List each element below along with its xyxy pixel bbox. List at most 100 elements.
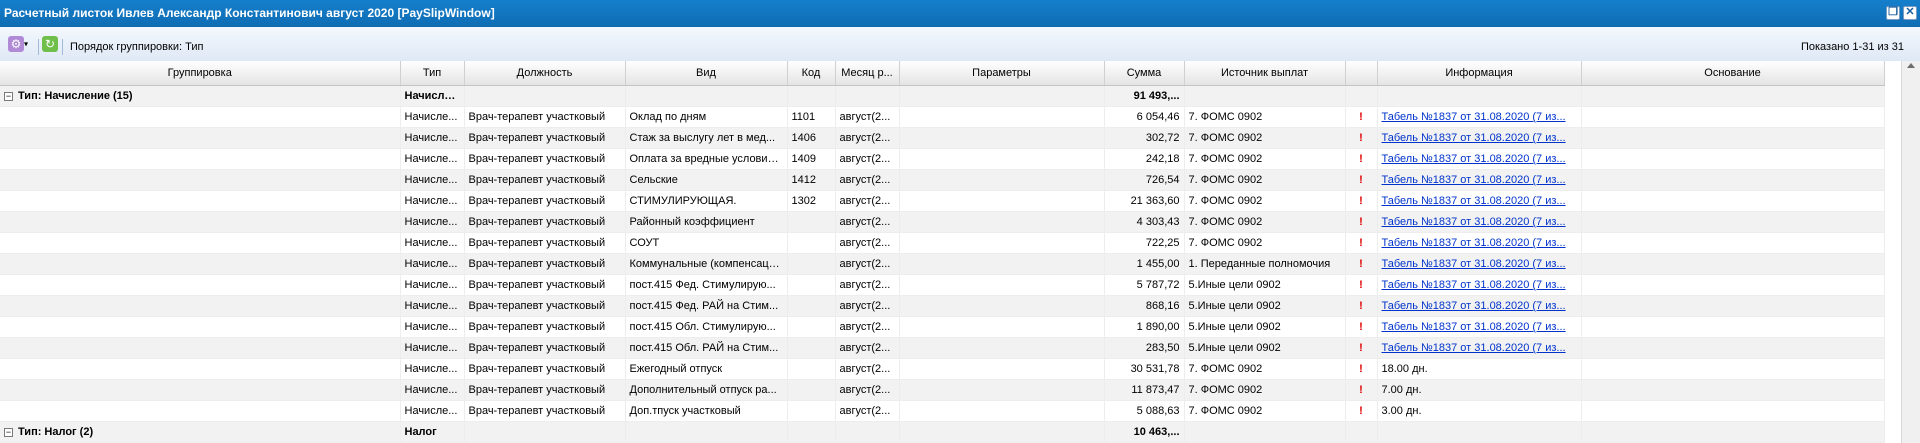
cell-info[interactable]: Табель №1837 от 31.08.2020 (7 из... [1377,295,1582,317]
group-menu-button[interactable]: ⚙ ▾ [8,36,34,58]
col-header-flag[interactable] [1345,61,1378,86]
cell-info[interactable]: Табель №1837 от 31.08.2020 (7 из... [1377,274,1582,296]
cell-info[interactable]: Табель №1837 от 31.08.2020 (7 из... [1377,232,1582,254]
cell-info[interactable]: Табель №1837 от 31.08.2020 (7 из... [1377,148,1582,170]
col-header-code[interactable]: Код [787,61,836,86]
col-header-month[interactable]: Месяц р... [835,61,900,86]
group-label-cell[interactable]: − Тип: Налог (2) [0,421,401,443]
table-row[interactable]: Начисле... Врач-терапевт участковый пост.4… [0,295,1885,317]
collapse-icon[interactable]: − [4,427,13,437]
cell-month: август(2... [835,274,900,296]
cell-code [787,316,836,338]
cell-position: Врач-терапевт участковый [464,106,626,128]
cell-kind: пост.415 Фед. РАЙ на Стим... [625,295,788,317]
table-row[interactable]: Начисле... Врач-терапевт участковый Оплата… [0,148,1885,170]
col-header-position[interactable]: Должность [464,61,626,86]
cell-grouping [0,400,401,422]
cell-type: Начисле... [400,295,465,317]
cell-params [899,274,1105,296]
col-header-grouping[interactable]: Группировка [0,61,401,86]
cell-code [787,337,836,359]
scroll-up-icon[interactable] [1907,63,1915,68]
table-row[interactable]: Начисле... Врач-терапевт участковый Дополн… [0,379,1885,401]
cell-basis [1581,127,1885,149]
chevron-down-icon: ▾ [24,39,29,49]
cell-params [899,148,1105,170]
cell-grouping [0,316,401,338]
table-row[interactable]: Начисле... Врач-терапевт участковый Оклад … [0,106,1885,128]
cell-basis [1581,253,1885,275]
table-row[interactable]: Начисле... Врач-терапевт участковый Районн… [0,211,1885,233]
col-header-basis[interactable]: Основание [1581,61,1885,86]
window-title: Расчетный листок Ивлев Александр Констан… [4,6,495,20]
cell-params [899,400,1105,422]
table-row[interactable]: Начисле... Врач-терапевт участковый Доп.тп… [0,400,1885,422]
cell-params [899,211,1105,233]
col-header-sum[interactable]: Сумма [1104,61,1185,86]
cell-info[interactable]: Табель №1837 от 31.08.2020 (7 из... [1377,127,1582,149]
cell-kind: Доп.тпуск участковый [625,400,788,422]
cell-info[interactable]: Табель №1837 от 31.08.2020 (7 из... [1377,106,1582,128]
cell-kind: СОУТ [625,232,788,254]
restore-icon[interactable]: ❐ [1886,6,1900,20]
cell-info[interactable]: Табель №1837 от 31.08.2020 (7 из... [1377,190,1582,212]
group-row[interactable]: − Тип: Налог (2) Налог 10 463,... [0,421,1885,443]
cell-type: Начисле... [400,190,465,212]
cell-position: Врач-терапевт участковый [464,253,626,275]
cell-info[interactable]: Табель №1837 от 31.08.2020 (7 из... [1377,337,1582,359]
table-row[interactable]: Начисле... Врач-терапевт участковый пост.4… [0,274,1885,296]
toolbar-divider [38,39,39,55]
cell-params [899,316,1105,338]
group-order-value[interactable]: Тип [185,41,203,53]
table-row[interactable]: Начисле... Врач-терапевт участковый СТИМУЛ… [0,190,1885,212]
col-header-type[interactable]: Тип [400,61,465,86]
cell-basis [1581,169,1885,191]
col-header-info[interactable]: Информация [1377,61,1582,86]
cell-code [787,400,836,422]
cell-sum: 726,54 [1104,169,1185,191]
cell-position: Врач-терапевт участковый [464,232,626,254]
cell-basis [1581,274,1885,296]
warning-icon: ! [1345,211,1378,233]
table-row[interactable]: Начисле... Врач-терапевт участковый Сельск… [0,169,1885,191]
cell-basis [1581,316,1885,338]
cell-source: 1. Переданные полномочия [1184,253,1346,275]
vertical-scrollbar[interactable] [1901,61,1920,443]
table-row[interactable]: Начисле... Врач-терапевт участковый Стаж з… [0,127,1885,149]
refresh-button[interactable]: ↻ [42,36,60,58]
cell-grouping [0,379,401,401]
table-row[interactable]: Начисле... Врач-терапевт участковый Ежегод… [0,358,1885,380]
cell-sum: 21 363,60 [1104,190,1185,212]
col-header-kind[interactable]: Вид [625,61,788,86]
table-row[interactable]: Начисле... Врач-терапевт участковый Коммун… [0,253,1885,275]
table-row[interactable]: Начисле... Врач-терапевт участковый СОУТ ав… [0,232,1885,254]
cell-position: Врач-терапевт участковый [464,190,626,212]
cell-kind: Сельские [625,169,788,191]
cell-month: август(2... [835,190,900,212]
table-row[interactable]: Начисле... Врач-терапевт участковый пост.4… [0,337,1885,359]
cell-month: август(2... [835,127,900,149]
cell-code [787,274,836,296]
col-header-source[interactable]: Источник выплат [1184,61,1346,86]
cell-grouping [0,337,401,359]
col-header-params[interactable]: Параметры [899,61,1105,86]
cell-type: Начисле... [400,400,465,422]
cell-position: Врач-терапевт участковый [464,169,626,191]
cell-month: август(2... [835,316,900,338]
collapse-icon[interactable]: − [4,91,13,101]
group-label-cell[interactable]: − Тип: Начисление (15) [0,85,401,107]
group-type: Налог [400,421,465,443]
cell-basis [1581,190,1885,212]
group-row[interactable]: − Тип: Начисление (15) Начисле... 91 493,..… [0,85,1885,107]
cell-info[interactable]: Табель №1837 от 31.08.2020 (7 из... [1377,253,1582,275]
grid-header-row: Группировка Тип Должность Вид Код Месяц … [0,61,1885,86]
cell-info[interactable]: Табель №1837 от 31.08.2020 (7 из... [1377,169,1582,191]
cell-code [787,295,836,317]
cell-basis [1581,232,1885,254]
cell-info[interactable]: Табель №1837 от 31.08.2020 (7 из... [1377,316,1582,338]
cell-type: Начисле... [400,379,465,401]
table-row[interactable]: Начисле... Врач-терапевт участковый пост.4… [0,316,1885,338]
cell-info[interactable]: Табель №1837 от 31.08.2020 (7 из... [1377,211,1582,233]
cell-params [899,106,1105,128]
close-icon[interactable]: ✕ [1903,6,1917,20]
